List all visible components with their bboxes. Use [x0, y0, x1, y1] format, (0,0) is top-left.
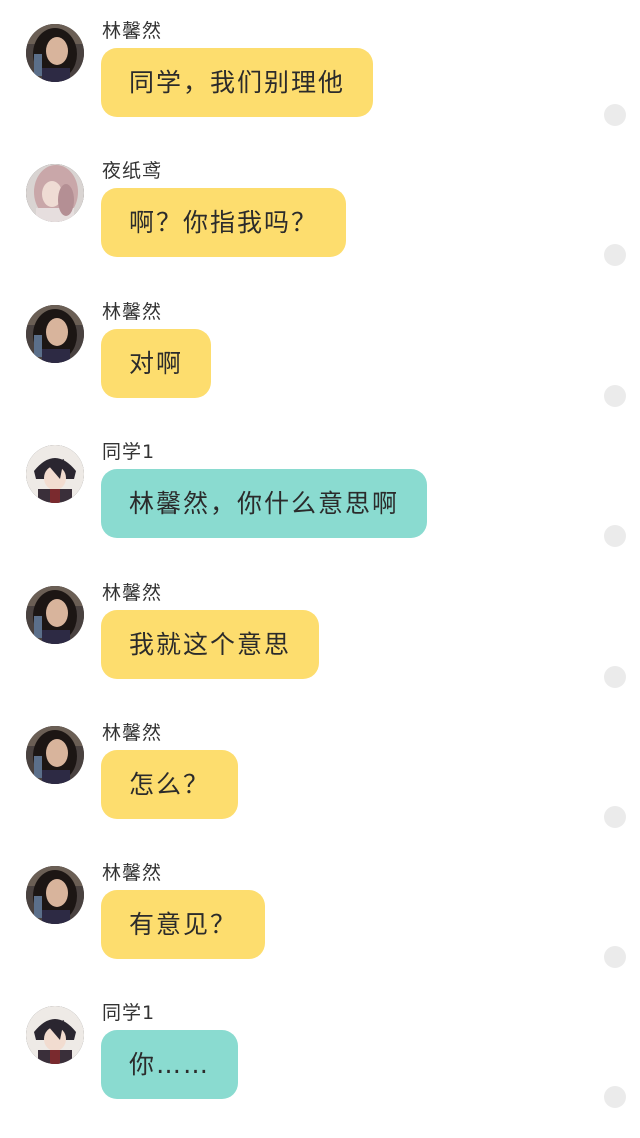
chat-message: 林馨然 对啊 — [0, 301, 640, 435]
message-bubble[interactable]: 对啊 — [101, 329, 212, 398]
message-bubble[interactable]: 我就这个意思 — [101, 610, 320, 679]
sender-name: 夜纸鸢 — [102, 160, 163, 182]
sender-name: 同学1 — [102, 1002, 156, 1024]
avatar-linxinran[interactable] — [26, 866, 84, 924]
message-status-dot[interactable] — [604, 385, 626, 407]
message-status-dot[interactable] — [604, 525, 626, 547]
girl-dark-hair-avatar-icon — [26, 866, 84, 924]
avatar-tongxue1[interactable] — [26, 1006, 84, 1064]
sender-name: 林馨然 — [102, 862, 163, 884]
chat-message: 林馨然 怎么？ — [0, 722, 640, 856]
sender-name: 林馨然 — [102, 301, 163, 323]
avatar-yezhiyuan[interactable] — [26, 164, 84, 222]
avatar-tongxue1[interactable] — [26, 445, 84, 503]
sender-name: 林馨然 — [102, 722, 163, 744]
boy-anime-avatar-icon — [26, 1006, 84, 1064]
avatar-linxinran[interactable] — [26, 305, 84, 363]
avatar-linxinran[interactable] — [26, 24, 84, 82]
chat-thread: 林馨然 同学，我们别理他 夜纸鸢 啊？你指我吗？ 林馨然 对啊 同学1 林馨然，… — [0, 0, 640, 1138]
girl-dark-hair-avatar-icon — [26, 726, 84, 784]
message-status-dot[interactable] — [604, 104, 626, 126]
message-bubble[interactable]: 林馨然，你什么意思啊 — [101, 469, 428, 538]
boy-anime-avatar-icon — [26, 445, 84, 503]
avatar-linxinran[interactable] — [26, 726, 84, 784]
chat-message: 林馨然 有意见？ — [0, 862, 640, 996]
avatar-linxinran[interactable] — [26, 586, 84, 644]
sender-name: 林馨然 — [102, 20, 163, 42]
message-bubble[interactable]: 同学，我们别理他 — [101, 48, 374, 117]
chat-message: 夜纸鸢 啊？你指我吗？ — [0, 160, 640, 294]
girl-dark-hair-avatar-icon — [26, 24, 84, 82]
chat-message: 同学1 林馨然，你什么意思啊 — [0, 441, 640, 575]
message-status-dot[interactable] — [604, 946, 626, 968]
girl-dark-hair-avatar-icon — [26, 586, 84, 644]
message-bubble[interactable]: 有意见？ — [101, 890, 266, 959]
message-status-dot[interactable] — [604, 666, 626, 688]
girl-dark-hair-avatar-icon — [26, 305, 84, 363]
sender-name: 同学1 — [102, 441, 156, 463]
message-bubble[interactable]: 你…… — [101, 1030, 239, 1099]
message-bubble[interactable]: 怎么？ — [101, 750, 239, 819]
sender-name: 林馨然 — [102, 582, 163, 604]
girl-pink-hair-avatar-icon — [26, 164, 84, 222]
chat-message: 林馨然 我就这个意思 — [0, 582, 640, 716]
message-bubble[interactable]: 啊？你指我吗？ — [101, 188, 347, 257]
message-status-dot[interactable] — [604, 806, 626, 828]
chat-message: 同学1 你…… — [0, 1002, 640, 1136]
chat-message: 林馨然 同学，我们别理他 — [0, 20, 640, 154]
message-status-dot[interactable] — [604, 1086, 626, 1108]
message-status-dot[interactable] — [604, 244, 626, 266]
